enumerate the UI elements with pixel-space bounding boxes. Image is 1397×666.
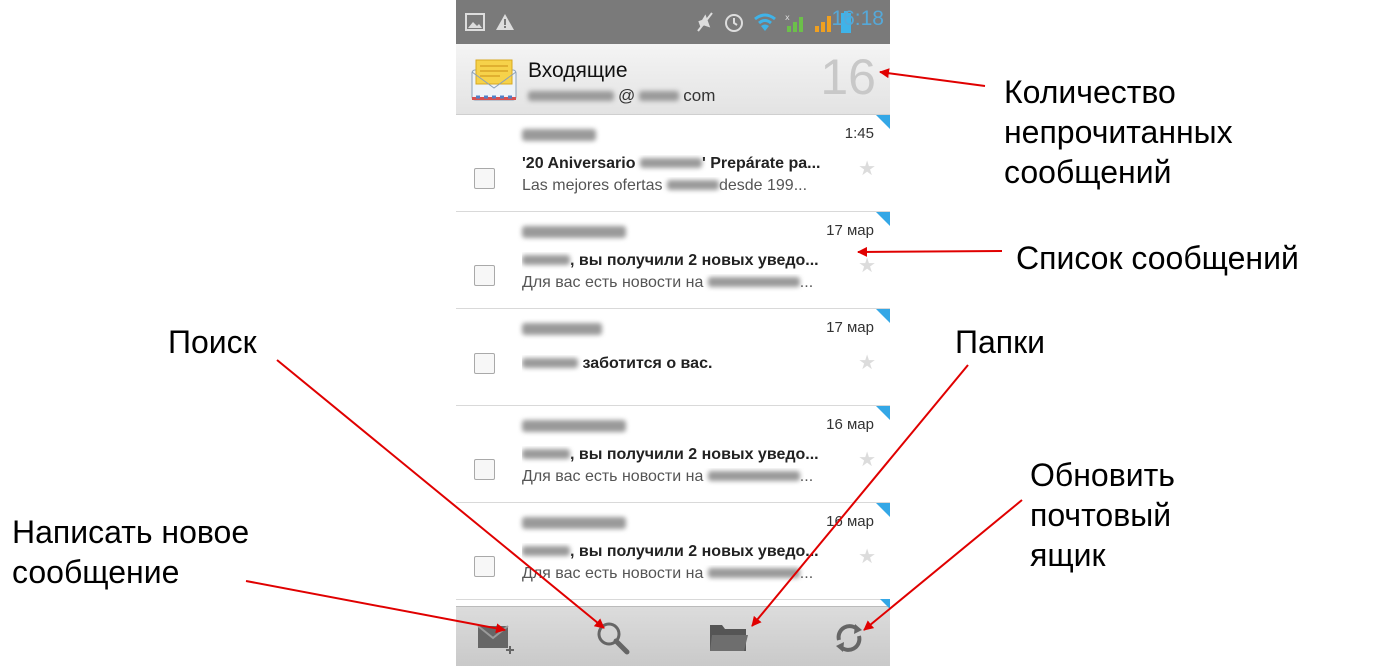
annotation-list: Список сообщений [1016, 240, 1299, 276]
annotation-compose: Написать новое сообщение [12, 512, 249, 592]
annotation-text: Обновить [1030, 457, 1175, 493]
annotation-text: Количество [1004, 74, 1176, 110]
annotation-text: Написать новое [12, 514, 250, 550]
annotation-folders: Папки [955, 324, 1045, 360]
annotation-search: Поиск [168, 324, 257, 360]
arrow-list [857, 246, 1003, 257]
arrow-unread [879, 68, 986, 87]
annotation-text: почтовый [1030, 497, 1172, 533]
annotation-text: сообщений [1004, 154, 1172, 190]
arrow-refresh [863, 499, 1023, 631]
arrow-compose [245, 580, 506, 634]
annotation-text: ящик [1030, 537, 1106, 573]
annotation-refresh: Обновить почтовый ящик [1030, 455, 1175, 575]
annotation-text: непрочитанных [1004, 114, 1233, 150]
arrow-folders [751, 364, 969, 627]
arrow-search [276, 359, 605, 629]
annotation-unread: Количество непрочитанных сообщений [1004, 72, 1233, 192]
annotation-text: сообщение [12, 554, 180, 590]
